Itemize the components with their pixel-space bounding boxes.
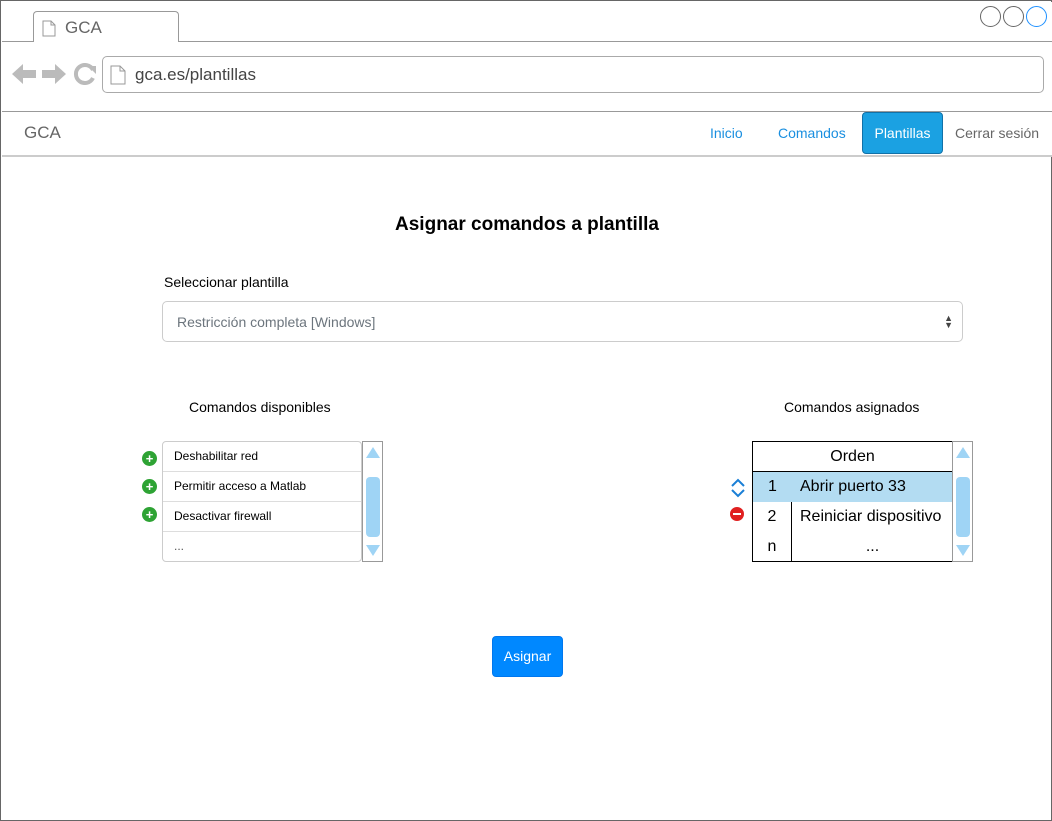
assigned-commands-table: Orden 1 Abrir puerto 33 2 Reiniciar disp…	[752, 441, 953, 562]
scroll-up-arrow-icon[interactable]	[956, 447, 970, 458]
nav-link-inicio[interactable]: Inicio	[710, 125, 743, 141]
scroll-thumb[interactable]	[366, 477, 380, 537]
nav-link-cerrar-sesion[interactable]: Cerrar sesión	[955, 125, 1039, 141]
reorder-icon[interactable]	[730, 478, 746, 503]
address-bar-row: gca.es/plantillas	[2, 42, 1052, 112]
close-button[interactable]	[1026, 6, 1047, 27]
row-command: ...	[865, 538, 880, 555]
scroll-up-arrow-icon[interactable]	[366, 447, 380, 458]
row-number: 1	[768, 478, 777, 495]
select-label: Seleccionar plantilla	[164, 274, 289, 290]
browser-tab[interactable]: GCA	[33, 11, 179, 43]
url-input[interactable]: gca.es/plantillas	[102, 56, 1044, 93]
tab-title: GCA	[65, 18, 102, 37]
remove-icon[interactable]	[730, 507, 744, 521]
table-header-orden: Orden	[753, 442, 952, 472]
app-navbar: GCA Inicio Comandos Plantillas Cerrar se…	[2, 112, 1052, 157]
table-row[interactable]: 2 Reiniciar dispositivo	[753, 502, 952, 532]
assigned-table-scrollbar[interactable]	[952, 441, 973, 562]
minimize-button[interactable]	[980, 6, 1001, 27]
template-select[interactable]: Restricción completa [Windows] ▲ ▼	[162, 301, 963, 342]
scroll-down-arrow-icon[interactable]	[956, 545, 970, 556]
back-arrow-icon[interactable]	[12, 63, 36, 90]
list-item[interactable]: Permitir acceso a Matlab	[163, 472, 361, 502]
browser-window: GCA gca.es/plantillas GCA Inicio Comando…	[0, 0, 1052, 821]
tab-strip: GCA	[2, 2, 1052, 43]
page-title: Asignar comandos a plantilla	[395, 214, 659, 235]
assigned-commands-title: Comandos asignados	[784, 399, 920, 415]
nav-link-plantillas[interactable]: Plantillas	[862, 112, 943, 154]
row-command: Reiniciar dispositivo	[800, 508, 942, 525]
row-command: Abrir puerto 33	[800, 478, 906, 495]
add-icon[interactable]: +	[142, 507, 157, 522]
forward-arrow-icon[interactable]	[42, 63, 66, 90]
window-controls	[980, 6, 1047, 27]
maximize-button[interactable]	[1003, 6, 1024, 27]
available-commands-list: Deshabilitar red Permitir acceso a Matla…	[162, 441, 362, 562]
table-row[interactable]: 1 Abrir puerto 33	[753, 472, 952, 502]
table-row: n ...	[753, 532, 952, 562]
add-icon[interactable]: +	[142, 479, 157, 494]
list-item[interactable]: Deshabilitar red	[163, 442, 361, 472]
list-item[interactable]: Desactivar firewall	[163, 502, 361, 532]
row-number: 2	[753, 502, 792, 532]
page-icon	[42, 20, 56, 42]
available-commands-title: Comandos disponibles	[189, 399, 331, 415]
row-number: n	[753, 532, 792, 562]
reload-icon[interactable]	[73, 63, 97, 90]
url-text: gca.es/plantillas	[135, 65, 256, 84]
add-icon[interactable]: +	[142, 451, 157, 466]
available-list-scrollbar[interactable]	[362, 441, 383, 562]
select-value: Restricción completa [Windows]	[177, 314, 376, 330]
select-caret-icon: ▲ ▼	[944, 313, 953, 330]
list-item: ...	[174, 539, 185, 553]
assign-button[interactable]: Asignar	[492, 636, 563, 677]
scroll-down-arrow-icon[interactable]	[366, 545, 380, 556]
brand-logo[interactable]: GCA	[24, 123, 61, 143]
page-icon	[110, 65, 126, 90]
nav-link-comandos[interactable]: Comandos	[778, 125, 846, 141]
scroll-thumb[interactable]	[956, 477, 970, 537]
